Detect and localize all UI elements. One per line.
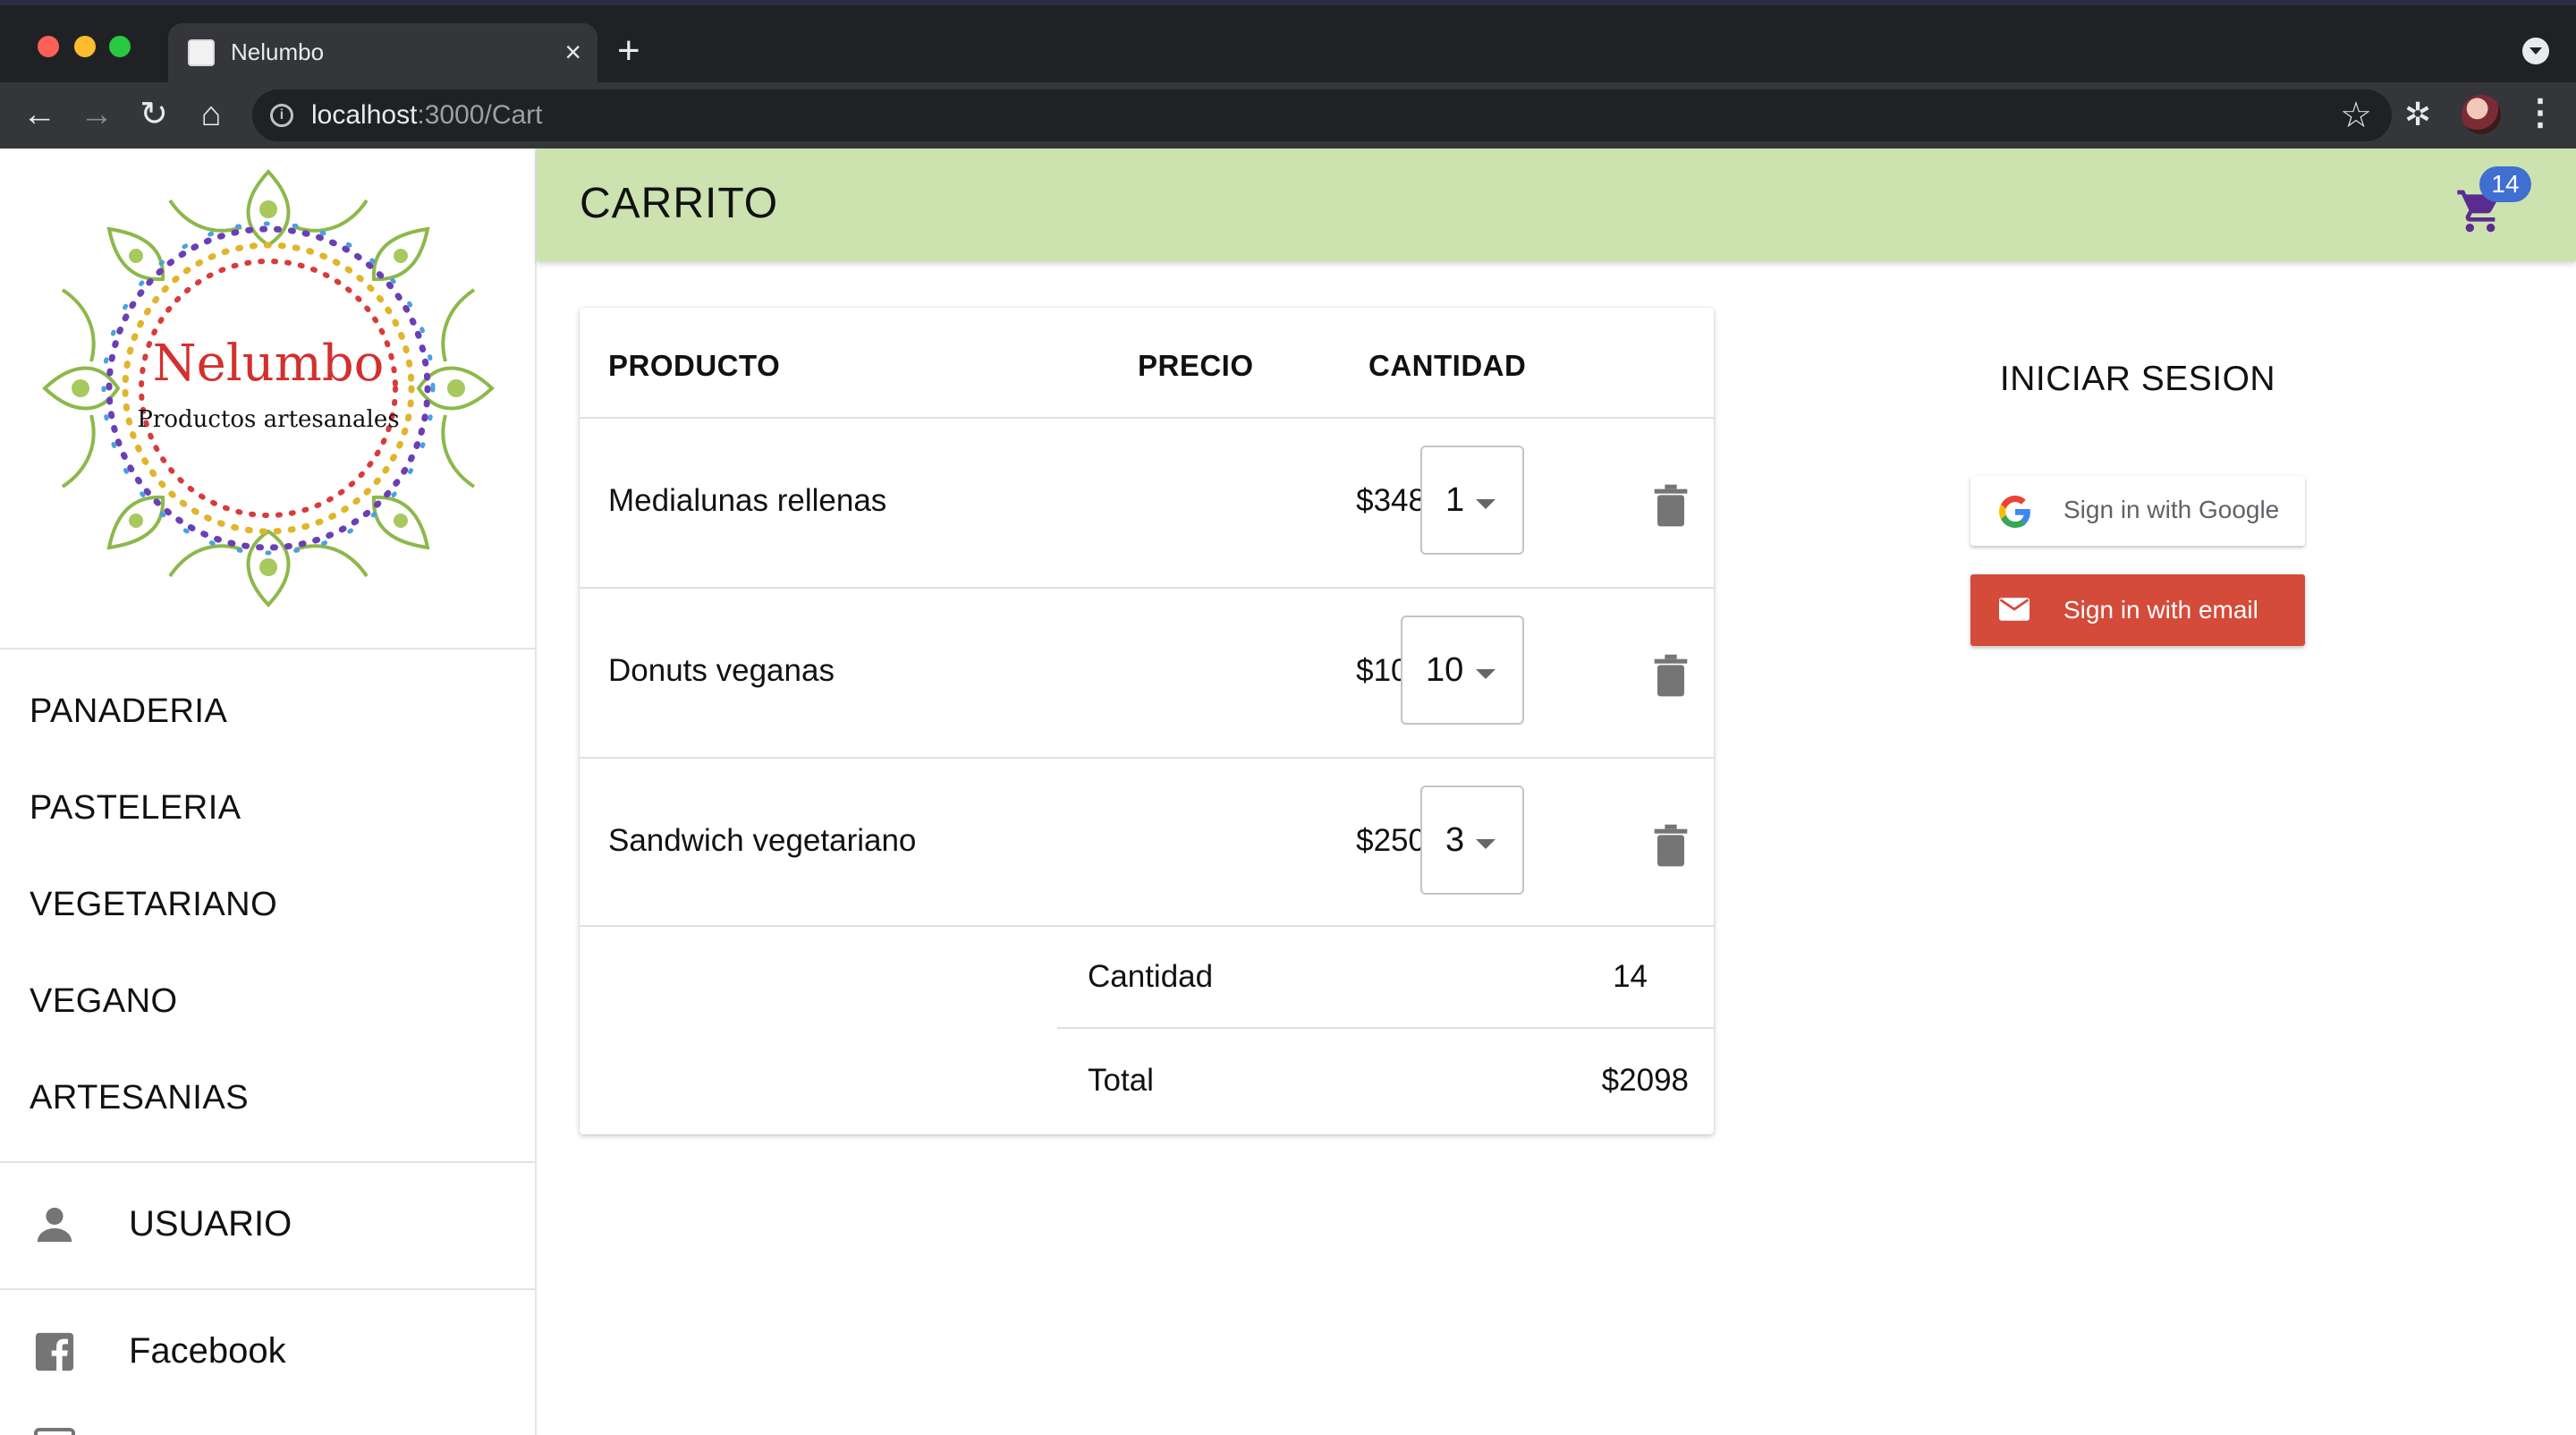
browser-toolbar: ← → ↻ ⌂ i localhost:3000/Cart ☆ ✲ ⋮	[0, 82, 2576, 149]
row-divider	[580, 417, 1714, 419]
product-name: Donuts veganas	[608, 653, 835, 688]
quantity-value: 1	[1445, 481, 1465, 519]
sidebar-item-pasteleria[interactable]: PASTELERIA	[30, 789, 242, 828]
sidebar-item-facebook[interactable]: Facebook	[0, 1292, 535, 1408]
product-name: Sandwich vegetariano	[608, 823, 917, 858]
product-price: $100	[1356, 653, 1426, 688]
logo-tagline: Productos artesanales	[137, 406, 400, 433]
product-name: Medialunas rellenas	[608, 483, 887, 518]
sidebar-divider	[0, 648, 535, 650]
mail-icon	[1999, 598, 2029, 621]
profile-avatar[interactable]	[2462, 95, 2501, 134]
sign-in-google-button[interactable]: Sign in with Google	[1970, 476, 2305, 546]
chevron-down-icon	[1476, 669, 1496, 679]
home-icon[interactable]: ⌂	[190, 93, 233, 136]
window-top-edge	[0, 0, 2576, 5]
summary-total-value: $2098	[1601, 1063, 1689, 1098]
sign-in-google-label: Sign in with Google	[2063, 496, 2280, 523]
delete-trash-icon[interactable]	[1653, 653, 1689, 698]
person-icon	[37, 1207, 72, 1243]
facebook-icon	[35, 1332, 74, 1371]
delete-trash-icon[interactable]	[1653, 483, 1689, 528]
page-content: Nelumbo Productos artesanales PANADERIA …	[0, 149, 2576, 1435]
column-header-product: PRODUCTO	[608, 349, 781, 382]
bookmark-star-icon[interactable]: ☆	[2340, 95, 2372, 136]
delete-trash-icon[interactable]	[1653, 823, 1689, 868]
sidebar-item-vegano[interactable]: VEGANO	[30, 982, 178, 1021]
extensions-puzzle-icon[interactable]: ✲	[2404, 95, 2431, 134]
cart-table: PRODUCTO PRECIO CANTIDAD Medialunas rell…	[580, 308, 1714, 1134]
sidebar-item-usuario[interactable]: USUARIO	[0, 1165, 535, 1281]
summary-quantity-label: Cantidad	[1088, 959, 1214, 994]
summary-total-label: Total	[1088, 1063, 1154, 1098]
sidebar-divider	[0, 1161, 535, 1163]
tab-close-icon[interactable]: ×	[564, 34, 581, 70]
browser-menu-icon[interactable]: ⋮	[2522, 91, 2558, 134]
login-title: INICIAR SESION	[1999, 360, 2276, 398]
page-title: CARRITO	[580, 180, 779, 227]
sidebar-item-label: USUARIO	[129, 1204, 292, 1244]
site-info-icon[interactable]: i	[270, 104, 293, 127]
url-host: localhost	[311, 100, 418, 130]
close-window-button[interactable]	[38, 36, 59, 57]
sidebar-item-artesanias[interactable]: ARTESANIAS	[30, 1079, 249, 1117]
sidebar-item-vegetariano[interactable]: VEGETARIANO	[30, 886, 277, 924]
browser-tab[interactable]: Nelumbo ×	[168, 23, 597, 82]
favicon-icon	[188, 39, 215, 66]
sidebar: Nelumbo Productos artesanales PANADERIA …	[0, 149, 537, 1435]
quantity-select[interactable]: 3	[1420, 785, 1524, 895]
cart-count-badge: 14	[2479, 166, 2531, 202]
url-path: :3000/Cart	[417, 100, 543, 130]
summary-quantity-value: 14	[1613, 959, 1648, 994]
row-divider	[580, 925, 1714, 927]
forward-arrow-icon[interactable]: →	[75, 93, 118, 136]
address-bar[interactable]: i localhost:3000/Cart ☆	[252, 89, 2392, 141]
sidebar-item-panaderia[interactable]: PANADERIA	[30, 692, 227, 731]
sign-in-email-label: Sign in with email	[2063, 596, 2258, 624]
login-panel: INICIAR SESION Sign in with Google Sign …	[1968, 149, 2326, 685]
row-divider	[580, 587, 1714, 589]
brand-logo[interactable]: Nelumbo Productos artesanales	[36, 165, 501, 612]
row-divider	[580, 757, 1714, 759]
row-divider	[1057, 1027, 1714, 1029]
quantity-select[interactable]: 1	[1420, 446, 1524, 555]
back-arrow-icon[interactable]: ←	[18, 93, 61, 136]
quantity-value: 10	[1426, 651, 1464, 689]
sidebar-item-label: Facebook	[129, 1331, 286, 1371]
google-logo-icon	[1999, 496, 2030, 528]
product-price: $250	[1356, 823, 1426, 858]
quantity-select[interactable]: 10	[1401, 616, 1524, 725]
sidebar-next-icon-partial[interactable]	[34, 1428, 75, 1435]
zoom-window-button[interactable]	[109, 36, 131, 57]
chevron-down-icon	[1476, 499, 1496, 509]
column-header-quantity: CANTIDAD	[1368, 349, 1527, 382]
url-text: localhost:3000/Cart	[311, 100, 543, 131]
tab-title: Nelumbo	[231, 38, 325, 65]
minimize-window-button[interactable]	[74, 36, 96, 57]
logo-name: Nelumbo	[152, 335, 385, 393]
quantity-value: 3	[1445, 821, 1465, 859]
browser-chrome: Nelumbo × + ← → ↻ ⌂ i localhost:3000/Car…	[0, 0, 2576, 149]
chevron-down-icon	[1476, 839, 1496, 849]
reload-icon[interactable]: ↻	[132, 93, 175, 136]
product-price: $348	[1356, 483, 1426, 518]
tab-search-icon[interactable]	[2522, 38, 2549, 64]
new-tab-button[interactable]: +	[617, 29, 640, 73]
column-header-price: PRECIO	[1138, 349, 1254, 382]
sidebar-divider	[0, 1288, 535, 1290]
sign-in-email-button[interactable]: Sign in with email	[1970, 574, 2305, 646]
